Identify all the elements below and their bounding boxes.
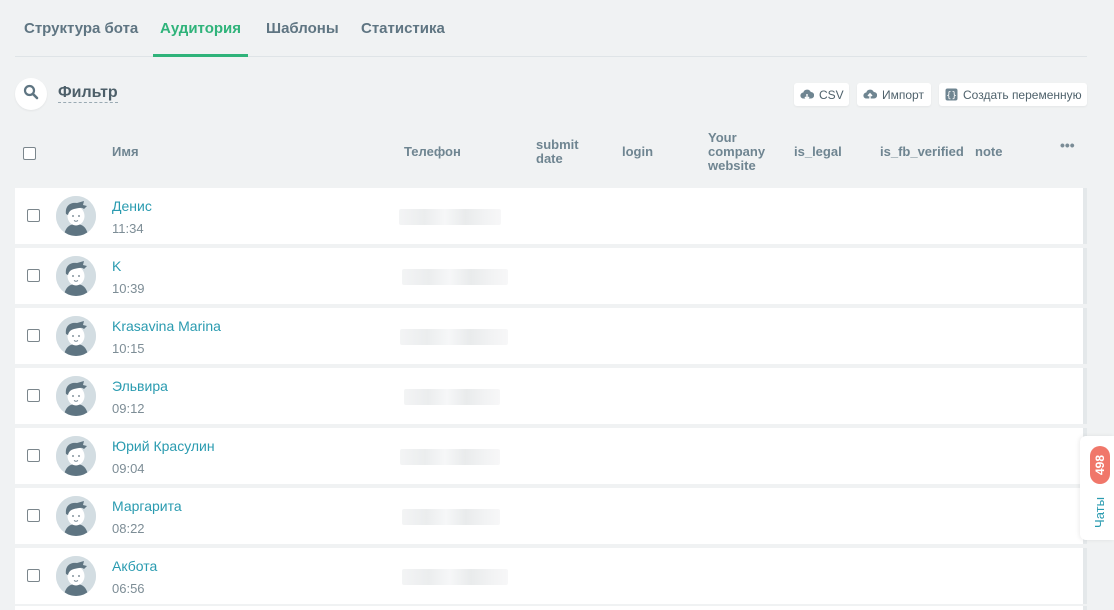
phone-redacted [404,389,500,405]
last-activity-time: 10:39 [112,281,145,296]
tab-statistics[interactable]: Статистика [361,0,445,56]
column-header-is-legal[interactable]: is_legal [794,145,842,159]
search-button[interactable] [15,78,47,110]
phone-redacted [400,449,500,465]
contact-name-link[interactable]: K [112,258,121,274]
contact-name-link[interactable]: Акбота [112,558,157,574]
column-header-line: submit [536,137,579,152]
more-columns-icon[interactable]: ••• [1060,137,1075,153]
avatar [56,196,96,236]
user-avatar-icon [56,316,96,356]
import-button-label: Импорт [882,87,924,102]
column-header-phone[interactable]: Телефон [404,145,461,159]
table-row[interactable]: Денис 11:34 [15,188,1087,244]
column-header-line: company [708,144,766,159]
column-header-login[interactable]: login [622,145,653,159]
table-row[interactable]: K 10:39 [15,248,1087,304]
phone-redacted [402,569,508,585]
avatar [56,256,96,296]
phone-redacted [399,209,501,225]
avatar [56,436,96,476]
last-activity-time: 11:34 [112,221,144,236]
user-avatar-icon [56,196,96,236]
contact-name-link[interactable]: Денис [112,198,152,214]
last-activity-time: 08:22 [112,521,145,536]
csv-button-label: CSV [819,87,844,102]
last-activity-time: 09:04 [112,461,145,476]
column-header-note[interactable]: note [975,145,1002,159]
variable-icon: {} [945,88,958,101]
column-header-submit-date[interactable]: submit date [536,138,579,166]
row-checkbox[interactable] [27,209,40,222]
tab-bar: Структура бота Аудитория Шаблоны Статист… [15,0,1087,57]
avatar [56,496,96,536]
phone-redacted [402,509,500,525]
tab-label: Структура бота [24,20,139,37]
phone-redacted [402,269,508,285]
chats-label: Чаты [1088,494,1110,530]
tab-audience[interactable]: Аудитория [153,0,248,57]
last-activity-time: 06:56 [112,581,145,596]
unread-count: 498 [1093,454,1107,476]
tab-bot-structure[interactable]: Структура бота [24,0,139,56]
table-row[interactable]: Маргарита 08:22 [15,488,1087,544]
csv-button[interactable]: CSV [794,83,849,106]
user-avatar-icon [56,496,96,536]
last-activity-time: 10:15 [112,341,145,356]
column-header-line: website [708,158,756,173]
avatar [56,316,96,356]
import-button[interactable]: Импорт [857,83,931,106]
contact-name-link[interactable]: Krasavina Marina [112,318,221,334]
column-header-name[interactable]: Имя [112,145,139,159]
chats-label-text: Чаты [1091,496,1107,528]
user-avatar-icon [56,436,96,476]
row-checkbox[interactable] [27,509,40,522]
row-checkbox[interactable] [27,389,40,402]
user-avatar-icon [56,256,96,296]
create-variable-button[interactable]: {} Создать переменную [939,83,1087,106]
select-all-checkbox[interactable] [23,147,36,160]
table-row-partial [15,606,1087,610]
contact-name-link[interactable]: Юрий Красулин [112,438,215,454]
cloud-upload-icon [863,89,877,101]
table-row[interactable]: Krasavina Marina 10:15 [15,308,1087,364]
avatar [56,376,96,416]
phone-redacted [400,329,508,345]
column-header-website[interactable]: Your company website [708,131,765,173]
table-row[interactable]: Акбота 06:56 [15,548,1087,604]
column-header-line: date [536,151,563,166]
last-activity-time: 09:12 [112,401,145,416]
create-variable-label: Создать переменную [963,87,1082,102]
unread-count-badge: 498 [1090,446,1110,484]
user-avatar-icon [56,556,96,596]
tab-label: Аудитория [160,20,241,37]
tab-label: Статистика [361,20,445,37]
row-checkbox[interactable] [27,329,40,342]
tab-templates[interactable]: Шаблоны [266,0,339,56]
table-row[interactable]: Юрий Красулин 09:04 [15,428,1087,484]
chats-panel-tab[interactable]: 498 Чаты [1080,436,1114,540]
column-header-line: Your [708,130,737,145]
table-row[interactable]: Эльвира 09:12 [15,368,1087,424]
svg-text:{}: {} [946,91,957,101]
user-avatar-icon [56,376,96,416]
column-header-is-fb-verified[interactable]: is_fb_verified [880,145,964,159]
tab-label: Шаблоны [266,20,339,37]
row-checkbox[interactable] [27,449,40,462]
search-icon [23,84,39,105]
contact-name-link[interactable]: Эльвира [112,378,168,394]
row-checkbox[interactable] [27,269,40,282]
avatar [56,556,96,596]
contact-name-link[interactable]: Маргарита [112,498,182,514]
filter-toggle[interactable]: Фильтр [58,84,118,103]
row-checkbox[interactable] [27,569,40,582]
active-tab-underline [153,54,248,57]
cloud-download-icon [800,89,814,101]
